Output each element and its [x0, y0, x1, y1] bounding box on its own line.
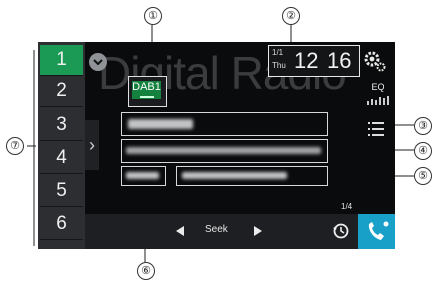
service-name-field	[121, 112, 328, 136]
callout-1: ①	[144, 7, 162, 25]
seek-back-button[interactable]	[173, 223, 187, 239]
dynamic-label-text-blurred	[126, 147, 321, 154]
clock-minute: 16	[327, 48, 352, 73]
ensemble-name-field	[176, 166, 328, 186]
callout-4: ④	[414, 142, 432, 160]
seek-label: Seek	[205, 224, 228, 235]
preset-5[interactable]: 5	[40, 176, 83, 207]
settings-button[interactable]	[363, 50, 386, 72]
callout-2: ②	[282, 7, 300, 25]
list-icon	[368, 122, 384, 136]
time-shift-button[interactable]	[331, 221, 351, 241]
callout-6: ⑥	[137, 262, 155, 280]
band-underline	[140, 96, 154, 98]
preset-1[interactable]: 1	[40, 45, 83, 76]
eq-label: EQ	[371, 82, 385, 92]
band-indicator: DAB1	[128, 76, 167, 107]
callout-7: ⑦	[6, 137, 24, 155]
radio-screen: Digital Radio 1 2 3 4 5 6 › DAB1 1/1 Thu…	[38, 42, 395, 249]
dynamic-label-field	[121, 139, 328, 163]
preset-6[interactable]: 6	[40, 209, 83, 240]
page-indicator: 1/4	[341, 202, 353, 211]
service-name-text-blurred	[128, 119, 193, 129]
list-button[interactable]	[366, 119, 386, 139]
clock-date-top: 1/1	[272, 48, 284, 57]
eq-button[interactable]: EQ	[365, 82, 391, 106]
triangle-right-icon	[254, 226, 262, 236]
expand-panel-button[interactable]: ›	[85, 120, 99, 170]
preset-4[interactable]: 4	[40, 143, 83, 174]
program-type-text-blurred	[126, 172, 159, 179]
callout-3: ③	[414, 117, 432, 135]
preset-list: 1 2 3 4 5 6	[38, 42, 85, 249]
chevron-down-icon	[93, 59, 103, 66]
ensemble-name-text-blurred	[182, 172, 287, 179]
program-type-field	[121, 166, 166, 186]
history-icon	[333, 223, 349, 239]
callout-5: ⑤	[414, 167, 432, 185]
equalizer-icon	[367, 96, 389, 105]
clock-hour: 12	[294, 48, 319, 73]
gear-icon	[364, 51, 386, 72]
phone-button[interactable]	[358, 214, 395, 249]
preset-2[interactable]: 2	[40, 76, 83, 107]
dropdown-button[interactable]	[89, 53, 107, 71]
chevron-right-icon: ›	[89, 135, 95, 155]
triangle-left-icon	[176, 226, 184, 236]
clock-date-bottom: Thu	[272, 61, 286, 70]
preset-3[interactable]: 3	[40, 110, 83, 141]
phone-icon	[368, 221, 389, 240]
clock-display: 1/1 Thu 12 16	[268, 45, 360, 77]
seek-bar: Seek 1/4	[85, 202, 358, 249]
seek-forward-button[interactable]	[251, 223, 265, 239]
